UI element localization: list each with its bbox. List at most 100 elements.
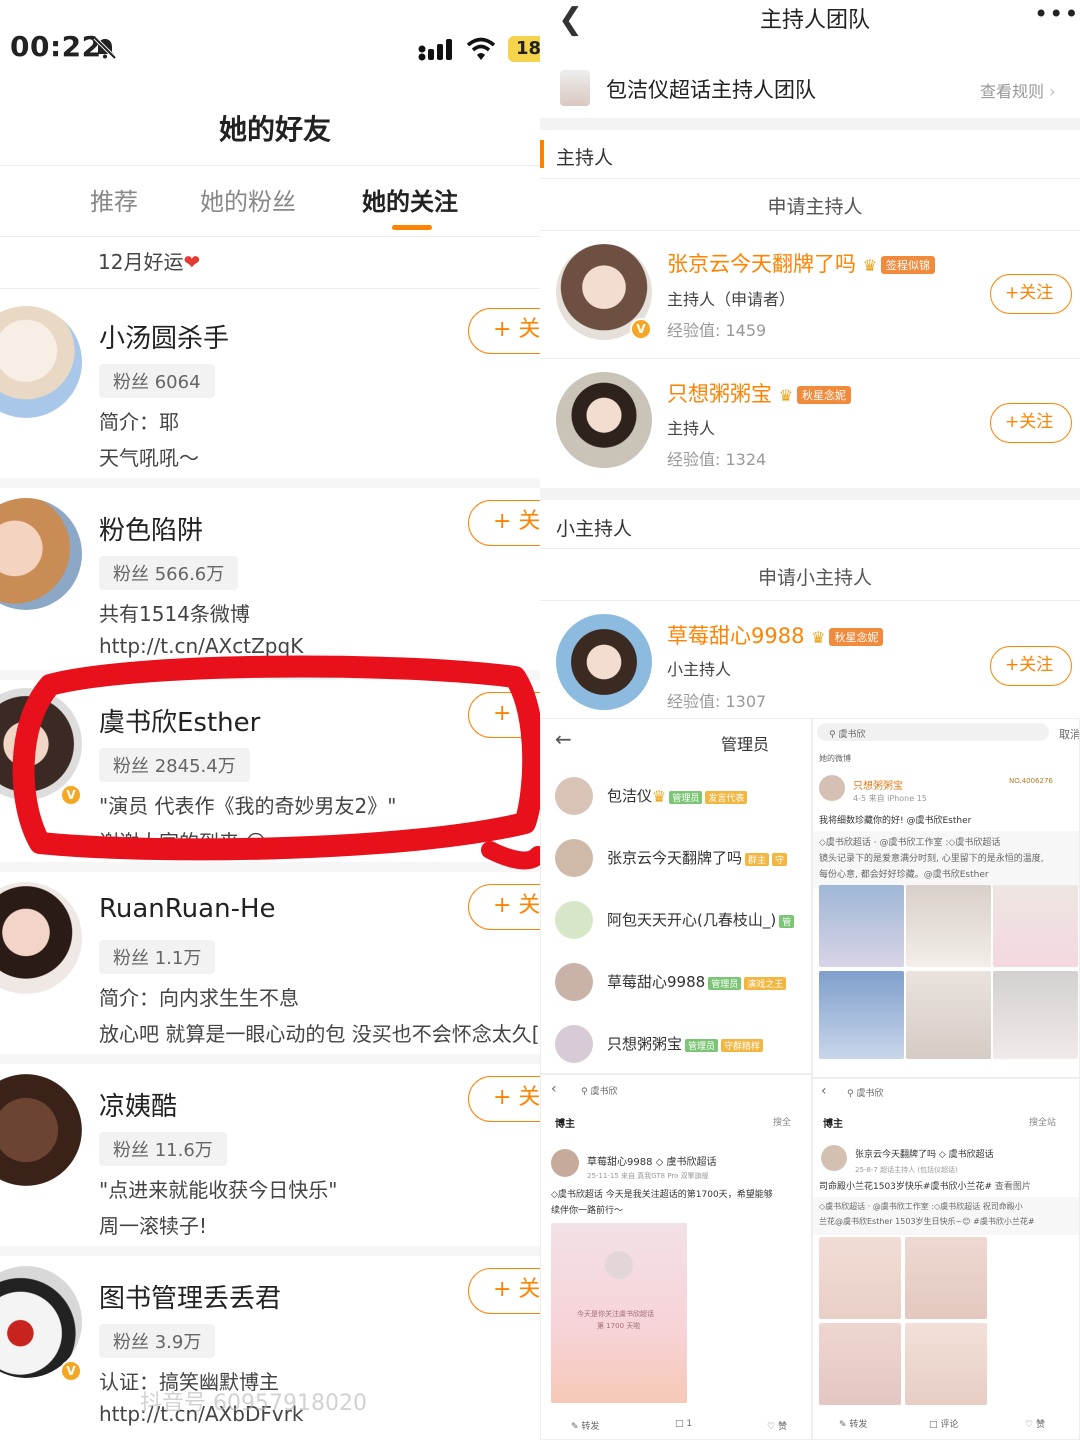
follow-button[interactable]: +关注: [990, 646, 1072, 686]
status-time: 00:22: [10, 30, 102, 63]
team-name: 包洁仪超话主持人团队: [606, 78, 816, 102]
avatar[interactable]: [556, 614, 652, 710]
post-text: 镜头记录下的是爱意满分时刻, 心里留下的是永恒的温度,: [819, 854, 1044, 864]
tab-bloggers: 博主: [823, 1119, 843, 1130]
user-bio: 简介：耶: [99, 410, 179, 434]
avatar[interactable]: [556, 372, 652, 468]
wifi-icon: [466, 37, 496, 60]
post-text: 我将细数珍藏你的好! @虞书欣Esther: [819, 816, 972, 826]
host-name[interactable]: 只想粥粥宝 ♛ 秋星念妮: [667, 378, 852, 408]
search-query: ⚲ 虞书欣: [847, 1089, 884, 1099]
search-query: ⚲ 虞书欣: [829, 730, 866, 740]
user-name[interactable]: 凉姨酷: [99, 1086, 177, 1123]
follow-button[interactable]: + 关: [468, 1268, 540, 1314]
like-icon: ♡: [767, 1422, 776, 1432]
repost-icon: ✎: [839, 1420, 847, 1430]
host-exp: 经验值: 1307: [667, 692, 767, 711]
section-small-host: 小主持人: [556, 518, 633, 540]
user-bio: 共有1514条微博: [99, 602, 250, 626]
avatar[interactable]: [0, 306, 82, 418]
post-user: 草莓甜心9988 ◇ 虞书欣超话: [587, 1157, 717, 1168]
like-button: ♡ 赞: [1025, 1420, 1045, 1430]
search-icon: ⚲: [847, 1089, 854, 1099]
post-meta: 25-8-7 超话主持人 (包括仪超话): [855, 1166, 958, 1174]
admin-name: 只想粥粥宝 管理员 守群精样: [607, 1033, 764, 1054]
search-icon: ⚲: [581, 1087, 588, 1097]
cancel-button: 取消: [1059, 728, 1080, 741]
post-text: ◇虞书欣超话 · @虞书欣工作室 :◇虞书欣超话: [819, 838, 1001, 848]
follow-button[interactable]: + 关: [468, 308, 540, 354]
user-bio-2: 放心吧 就算是一眼心动的包 没买也不会怀念太久[: [99, 1022, 540, 1046]
post-text: 司命殿小兰花1503岁快乐#虞书欣小兰花# 查看图片: [819, 1182, 1031, 1192]
post-no: NO.4006276: [1009, 777, 1053, 785]
host-tag: 签程似锦: [881, 256, 936, 274]
follow-button[interactable]: +关注: [990, 403, 1072, 443]
comment-button: □ 1: [675, 1419, 693, 1429]
follow-button[interactable]: + 关: [468, 884, 540, 930]
search-query: ⚲ 虞书欣: [581, 1087, 618, 1097]
repost-icon: ✎: [571, 1422, 579, 1432]
fans-count: 粉丝 566.6万: [99, 556, 239, 590]
watermark: 抖音号 60957918020: [140, 1391, 367, 1416]
tab-her-following[interactable]: 她的关注: [362, 182, 458, 217]
host-name[interactable]: 张京云今天翻牌了吗 ♛ 签程似锦: [667, 248, 936, 278]
search-result-screenshot: ⚲ 虞书欣 取消 她的微博 只想粥粥宝 4-5 来自 iPhone 15 NO.…: [812, 718, 1080, 1078]
admin-title: 管理员: [721, 735, 770, 754]
card-text: 第 1700 天啦: [597, 1322, 641, 1330]
crown-icon: ♛: [862, 255, 878, 275]
crown-icon: ♛: [811, 627, 826, 647]
tab-bloggers: 博主: [555, 1119, 575, 1130]
verified-badge-icon: V: [60, 1360, 82, 1382]
section-host: 主持人: [556, 147, 614, 169]
back-arrow-icon: ‹: [821, 1083, 827, 1099]
heart-icon: ❤: [183, 250, 201, 274]
user-bio-2: 周一滚犊子!: [99, 1214, 208, 1238]
page-title: 主持人团队: [759, 8, 870, 33]
post-user: 只想粥粥宝: [853, 781, 903, 792]
user-name[interactable]: 粉色陷阱: [99, 510, 203, 547]
apply-small-host-button[interactable]: 申请小主持人: [540, 563, 1080, 590]
fans-count: 粉丝 11.6万: [99, 1132, 227, 1166]
avatar[interactable]: [0, 882, 82, 994]
search-result-screenshot: ‹ ⚲ 虞书欣 博主 搜全 草莓甜心9988 ◇ 虞书欣超话 25-11-15 …: [540, 1074, 812, 1440]
page-title: 她的好友: [218, 113, 331, 146]
battery-indicator: 18: [508, 36, 540, 62]
repost-button: ✎ 转发: [571, 1422, 600, 1432]
host-name[interactable]: 草莓甜心9988 ♛ 秋星念妮: [667, 620, 884, 650]
user-name[interactable]: 小汤圆杀手: [99, 318, 229, 355]
section-accent: [540, 140, 544, 168]
apply-host-button[interactable]: 申请主持人: [540, 192, 1080, 219]
follow-button[interactable]: +关注: [990, 274, 1072, 314]
comment-icon: □: [929, 1420, 938, 1430]
section-label: 她的微博: [819, 754, 851, 763]
like-button: ♡ 赞: [767, 1422, 787, 1432]
host-exp: 经验值: 1324: [667, 450, 767, 469]
follow-button[interactable]: + 关: [468, 500, 540, 546]
signal-icon: [418, 39, 452, 61]
more-icon[interactable]: •••: [1034, 0, 1079, 28]
host-tag: 秋星念妮: [829, 628, 884, 646]
tab-recommend[interactable]: 推荐: [90, 182, 138, 217]
tab-her-fans[interactable]: 她的粉丝: [200, 182, 296, 217]
fans-count: 粉丝 1.1万: [99, 940, 216, 974]
host-role: 小主持人: [667, 660, 732, 679]
repost-button: ✎ 转发: [839, 1420, 868, 1430]
user-name[interactable]: RuanRuan-He: [99, 894, 276, 924]
back-arrow-icon: ←: [555, 727, 572, 751]
left-panel: 00:22 18 她的好友 推荐 她的粉丝 她的关注 12月好运❤ 小汤圆杀手 …: [0, 0, 540, 1440]
user-bio-2: 天气吼吼～: [99, 446, 199, 470]
comment-icon: □: [675, 1419, 684, 1429]
view-rules-link[interactable]: 查看规则 ›: [980, 78, 1056, 102]
host-role: 主持人（申请者）: [667, 290, 796, 309]
avatar[interactable]: [0, 498, 82, 610]
search-result-screenshot: ‹ ⚲ 虞书欣 博主 搜全站 张京云今天翻牌了吗 ◇ 虞书欣超话 25-8-7 …: [812, 1078, 1080, 1440]
follow-button[interactable]: + 关: [468, 1076, 540, 1122]
admin-name: 阿包天天开心(几春枝山_) 管: [607, 909, 795, 930]
admin-name: 草莓甜心9988 管理员 演戏之王: [607, 971, 787, 992]
user-name[interactable]: 图书管理丢丢君: [99, 1278, 281, 1315]
post-meta: 25-11-15 来自 真我GT8 Pro 双擎旗舰: [587, 1172, 709, 1180]
user-bio: 简介：向内求生生不息: [99, 986, 299, 1010]
avatar[interactable]: [0, 1074, 82, 1186]
user-bio: "点进来就能收获今日快乐": [99, 1178, 338, 1202]
team-avatar: [560, 70, 590, 106]
